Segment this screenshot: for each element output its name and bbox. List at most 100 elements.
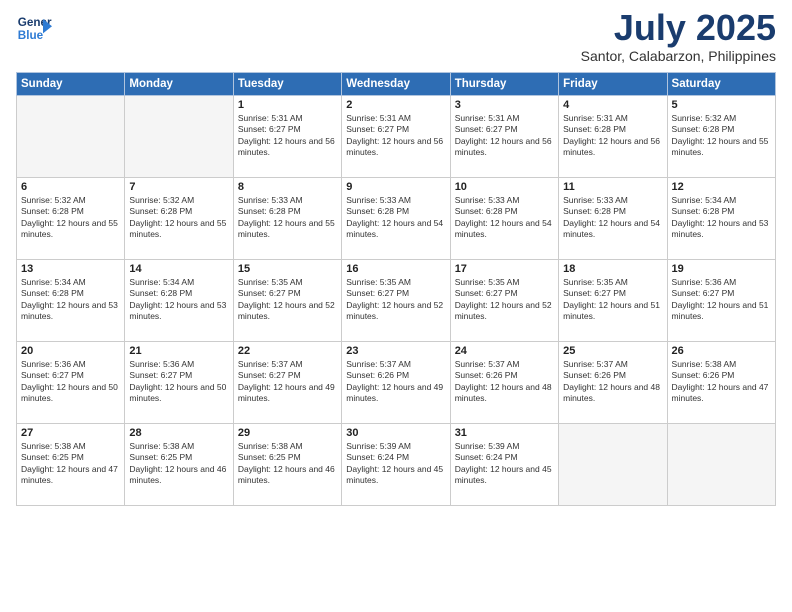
col-wednesday: Wednesday: [342, 73, 450, 96]
cell-info: Sunrise: 5:33 AMSunset: 6:28 PMDaylight:…: [238, 195, 337, 241]
cell-info: Sunrise: 5:38 AMSunset: 6:25 PMDaylight:…: [238, 441, 337, 487]
table-row: 26 Sunrise: 5:38 AMSunset: 6:26 PMDayligh…: [667, 342, 775, 424]
cell-info: Sunrise: 5:37 AMSunset: 6:26 PMDaylight:…: [455, 359, 554, 405]
cell-info: Sunrise: 5:38 AMSunset: 6:26 PMDaylight:…: [672, 359, 771, 405]
cell-info: Sunrise: 5:31 AMSunset: 6:27 PMDaylight:…: [455, 113, 554, 159]
cell-info: Sunrise: 5:37 AMSunset: 6:26 PMDaylight:…: [346, 359, 445, 405]
table-row: 14 Sunrise: 5:34 AMSunset: 6:28 PMDayligh…: [125, 260, 233, 342]
table-row: 9Sunrise: 5:33 AMSunset: 6:28 PMDaylight…: [342, 178, 450, 260]
day-number: 14: [129, 263, 228, 275]
day-number: 19: [672, 263, 771, 275]
cell-info: Sunrise: 5:32 AMSunset: 6:28 PMDaylight:…: [21, 195, 120, 241]
cell-info: Sunrise: 5:35 AMSunset: 6:27 PMDaylight:…: [455, 277, 554, 323]
cell-info: Sunrise: 5:31 AMSunset: 6:27 PMDaylight:…: [238, 113, 337, 159]
day-number: 21: [129, 345, 228, 357]
col-saturday: Saturday: [667, 73, 775, 96]
cell-info: Sunrise: 5:38 AMSunset: 6:25 PMDaylight:…: [129, 441, 228, 487]
day-number: 7: [129, 181, 228, 193]
table-row: 13Sunrise: 5:34 AMSunset: 6:28 PMDayligh…: [17, 260, 125, 342]
table-row: 3 Sunrise: 5:31 AMSunset: 6:27 PMDaylight…: [450, 96, 558, 178]
title-location: Santor, Calabarzon, Philippines: [581, 48, 776, 64]
day-number: 28: [129, 427, 228, 439]
table-row: 12Sunrise: 5:34 AMSunset: 6:28 PMDayligh…: [667, 178, 775, 260]
table-row: 19Sunrise: 5:36 AMSunset: 6:27 PMDayligh…: [667, 260, 775, 342]
cell-info: Sunrise: 5:34 AMSunset: 6:28 PMDaylight:…: [672, 195, 771, 241]
day-number: 26: [672, 345, 771, 357]
logo-icon: General Blue: [16, 10, 52, 46]
calendar-table: Sunday Monday Tuesday Wednesday Thursday…: [16, 72, 776, 506]
day-number: 22: [238, 345, 337, 357]
cell-info: Sunrise: 5:31 AMSunset: 6:27 PMDaylight:…: [346, 113, 445, 159]
day-number: 3: [455, 99, 554, 111]
svg-text:Blue: Blue: [18, 29, 44, 42]
table-row: [125, 96, 233, 178]
col-friday: Friday: [559, 73, 667, 96]
day-number: 4: [563, 99, 662, 111]
day-number: 18: [563, 263, 662, 275]
cell-info: Sunrise: 5:36 AMSunset: 6:27 PMDaylight:…: [129, 359, 228, 405]
day-number: 6: [21, 181, 120, 193]
table-row: 27 Sunrise: 5:38 AMSunset: 6:25 PMDayligh…: [17, 424, 125, 506]
calendar-header-row: Sunday Monday Tuesday Wednesday Thursday…: [17, 73, 776, 96]
cell-info: Sunrise: 5:35 AMSunset: 6:27 PMDaylight:…: [346, 277, 445, 323]
day-number: 10: [455, 181, 554, 193]
cell-info: Sunrise: 5:36 AMSunset: 6:27 PMDaylight:…: [21, 359, 120, 405]
calendar-week-row: 20 Sunrise: 5:36 AMSunset: 6:27 PMDayligh…: [17, 342, 776, 424]
cell-info: Sunrise: 5:35 AMSunset: 6:27 PMDaylight:…: [238, 277, 337, 323]
day-number: 2: [346, 99, 445, 111]
day-number: 31: [455, 427, 554, 439]
logo: General Blue: [16, 10, 52, 46]
cell-info: Sunrise: 5:38 AMSunset: 6:25 PMDaylight:…: [21, 441, 120, 487]
table-row: 23 Sunrise: 5:37 AMSunset: 6:26 PMDayligh…: [342, 342, 450, 424]
table-row: 15 Sunrise: 5:35 AMSunset: 6:27 PMDayligh…: [233, 260, 341, 342]
table-row: [559, 424, 667, 506]
table-row: 5 Sunrise: 5:32 AMSunset: 6:28 PMDaylight…: [667, 96, 775, 178]
cell-info: Sunrise: 5:35 AMSunset: 6:27 PMDaylight:…: [563, 277, 662, 323]
day-number: 23: [346, 345, 445, 357]
day-number: 16: [346, 263, 445, 275]
day-number: 27: [21, 427, 120, 439]
table-row: 20 Sunrise: 5:36 AMSunset: 6:27 PMDayligh…: [17, 342, 125, 424]
cell-info: Sunrise: 5:37 AMSunset: 6:26 PMDaylight:…: [563, 359, 662, 405]
calendar-week-row: 1 Sunrise: 5:31 AMSunset: 6:27 PMDaylight…: [17, 96, 776, 178]
cell-info: Sunrise: 5:31 AMSunset: 6:28 PMDaylight:…: [563, 113, 662, 159]
cell-info: Sunrise: 5:39 AMSunset: 6:24 PMDaylight:…: [455, 441, 554, 487]
cell-info: Sunrise: 5:37 AMSunset: 6:27 PMDaylight:…: [238, 359, 337, 405]
cell-info: Sunrise: 5:33 AMSunset: 6:28 PMDaylight:…: [455, 195, 554, 241]
table-row: 8Sunrise: 5:33 AMSunset: 6:28 PMDaylight…: [233, 178, 341, 260]
table-row: 18 Sunrise: 5:35 AMSunset: 6:27 PMDayligh…: [559, 260, 667, 342]
cell-info: Sunrise: 5:32 AMSunset: 6:28 PMDaylight:…: [129, 195, 228, 241]
col-monday: Monday: [125, 73, 233, 96]
day-number: 30: [346, 427, 445, 439]
title-month: July 2025: [581, 10, 776, 46]
day-number: 15: [238, 263, 337, 275]
table-row: 10 Sunrise: 5:33 AMSunset: 6:28 PMDayligh…: [450, 178, 558, 260]
day-number: 13: [21, 263, 120, 275]
cell-info: Sunrise: 5:33 AMSunset: 6:28 PMDaylight:…: [563, 195, 662, 241]
day-number: 9: [346, 181, 445, 193]
day-number: 5: [672, 99, 771, 111]
table-row: 29 Sunrise: 5:38 AMSunset: 6:25 PMDayligh…: [233, 424, 341, 506]
cell-info: Sunrise: 5:32 AMSunset: 6:28 PMDaylight:…: [672, 113, 771, 159]
cell-info: Sunrise: 5:34 AMSunset: 6:28 PMDaylight:…: [129, 277, 228, 323]
table-row: 4 Sunrise: 5:31 AMSunset: 6:28 PMDaylight…: [559, 96, 667, 178]
table-row: 7 Sunrise: 5:32 AMSunset: 6:28 PMDaylight…: [125, 178, 233, 260]
day-number: 29: [238, 427, 337, 439]
table-row: [667, 424, 775, 506]
day-number: 17: [455, 263, 554, 275]
day-number: 1: [238, 99, 337, 111]
day-number: 24: [455, 345, 554, 357]
day-number: 11: [563, 181, 662, 193]
table-row: 21 Sunrise: 5:36 AMSunset: 6:27 PMDayligh…: [125, 342, 233, 424]
header: General Blue July 2025 Santor, Calabarzo…: [16, 10, 776, 64]
page: General Blue July 2025 Santor, Calabarzo…: [0, 0, 792, 612]
table-row: 11 Sunrise: 5:33 AMSunset: 6:28 PMDayligh…: [559, 178, 667, 260]
table-row: 22 Sunrise: 5:37 AMSunset: 6:27 PMDayligh…: [233, 342, 341, 424]
table-row: 17 Sunrise: 5:35 AMSunset: 6:27 PMDayligh…: [450, 260, 558, 342]
col-thursday: Thursday: [450, 73, 558, 96]
table-row: 6 Sunrise: 5:32 AMSunset: 6:28 PMDaylight…: [17, 178, 125, 260]
day-number: 20: [21, 345, 120, 357]
calendar-week-row: 6 Sunrise: 5:32 AMSunset: 6:28 PMDaylight…: [17, 178, 776, 260]
title-block: July 2025 Santor, Calabarzon, Philippine…: [581, 10, 776, 64]
table-row: 16 Sunrise: 5:35 AMSunset: 6:27 PMDayligh…: [342, 260, 450, 342]
